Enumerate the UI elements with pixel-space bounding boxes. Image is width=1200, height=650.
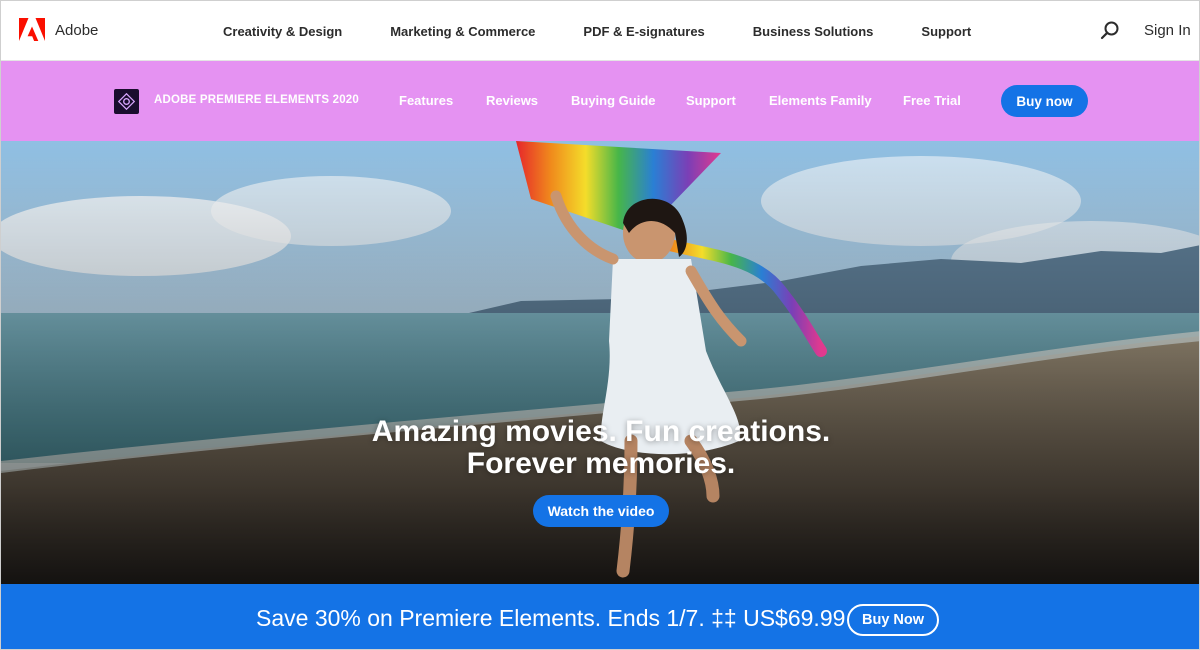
nav-marketing-commerce[interactable]: Marketing & Commerce bbox=[390, 24, 535, 39]
nav-support[interactable]: Support bbox=[921, 24, 971, 39]
promo-bar: Save 30% on Premiere Elements. Ends 1/7.… bbox=[1, 584, 1199, 649]
product-nav-features[interactable]: Features bbox=[399, 93, 453, 108]
hero-headline-line-2: Forever memories. bbox=[466, 447, 736, 480]
watch-video-button[interactable]: Watch the video bbox=[533, 495, 669, 527]
hero-banner: Amazing movies. Fun creations. Forever m… bbox=[1, 141, 1199, 584]
hero-headline: Amazing movies. Fun creations. Forever m… bbox=[1, 415, 1199, 480]
nav-business-solutions[interactable]: Business Solutions bbox=[753, 24, 874, 39]
product-nav-reviews[interactable]: Reviews bbox=[486, 93, 538, 108]
product-nav-buying-guide[interactable]: Buying Guide bbox=[571, 93, 656, 108]
nav-pdf-esignatures[interactable]: PDF & E-signatures bbox=[583, 24, 704, 39]
global-nav-links: Creativity & Design Marketing & Commerce… bbox=[223, 1, 1019, 61]
premiere-elements-icon[interactable] bbox=[114, 89, 139, 114]
sign-in-link[interactable]: Sign In bbox=[1144, 22, 1191, 39]
nav-creativity-design[interactable]: Creativity & Design bbox=[223, 24, 342, 39]
product-nav-elements-family[interactable]: Elements Family bbox=[769, 93, 872, 108]
adobe-brand[interactable]: Adobe bbox=[19, 18, 98, 42]
adobe-logo-icon bbox=[19, 18, 45, 41]
hero-headline-line-1: Amazing movies. Fun creations. bbox=[371, 415, 831, 448]
product-nav-support[interactable]: Support bbox=[686, 93, 736, 108]
promo-buy-now-button[interactable]: Buy Now bbox=[847, 604, 939, 636]
product-nav-free-trial[interactable]: Free Trial bbox=[903, 93, 961, 108]
page: Adobe Creativity & Design Marketing & Co… bbox=[0, 0, 1200, 650]
product-name[interactable]: ADOBE PREMIERE ELEMENTS 2020 bbox=[154, 94, 359, 106]
search-icon[interactable] bbox=[1099, 20, 1121, 42]
global-nav: Adobe Creativity & Design Marketing & Co… bbox=[1, 1, 1199, 61]
brand-name: Adobe bbox=[55, 21, 99, 39]
buy-now-button[interactable]: Buy now bbox=[1001, 85, 1088, 117]
promo-text: Save 30% on Premiere Elements. Ends 1/7.… bbox=[256, 605, 846, 631]
